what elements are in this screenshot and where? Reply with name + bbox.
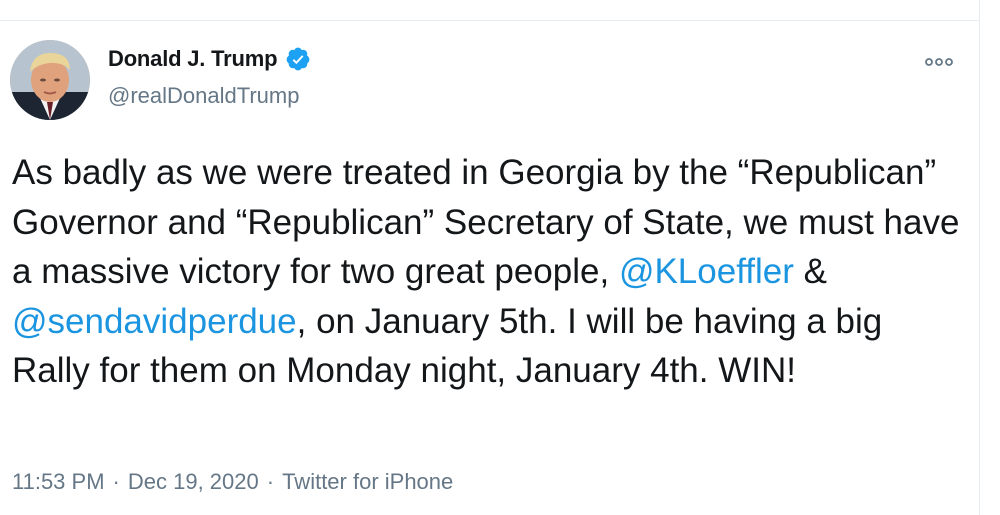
top-divider [0, 20, 980, 21]
author-handle[interactable]: @realDonaldTrump [108, 83, 299, 109]
tweet-metadata: 11:53 PM · Dec 19, 2020 · Twitter for iP… [12, 469, 453, 495]
tweet-date[interactable]: Dec 19, 2020 [128, 469, 259, 495]
tweet-text: As badly as we were treated in Georgia b… [12, 148, 967, 396]
meta-separator: · [266, 469, 275, 494]
right-divider [979, 0, 980, 515]
avatar[interactable] [10, 40, 90, 120]
tweet-time[interactable]: 11:53 PM [12, 469, 105, 495]
more-options-button[interactable] [919, 50, 959, 74]
avatar-image [10, 40, 90, 120]
tweet-page: Donald J. Trump @realDonaldTrump As badl… [0, 0, 1000, 515]
more-options-icon [925, 58, 953, 66]
meta-separator: · [112, 469, 120, 494]
display-name[interactable]: Donald J. Trump [108, 46, 278, 72]
tweet-source[interactable]: Twitter for iPhone [282, 469, 453, 495]
author-name-row: Donald J. Trump [108, 46, 311, 72]
mention-sendavidperdue[interactable]: @sendavidperdue [12, 302, 297, 341]
verified-badge-icon [285, 46, 311, 72]
tweet-text-part: & [793, 252, 827, 291]
mention-kloeffler[interactable]: @KLoeffler [619, 252, 794, 291]
